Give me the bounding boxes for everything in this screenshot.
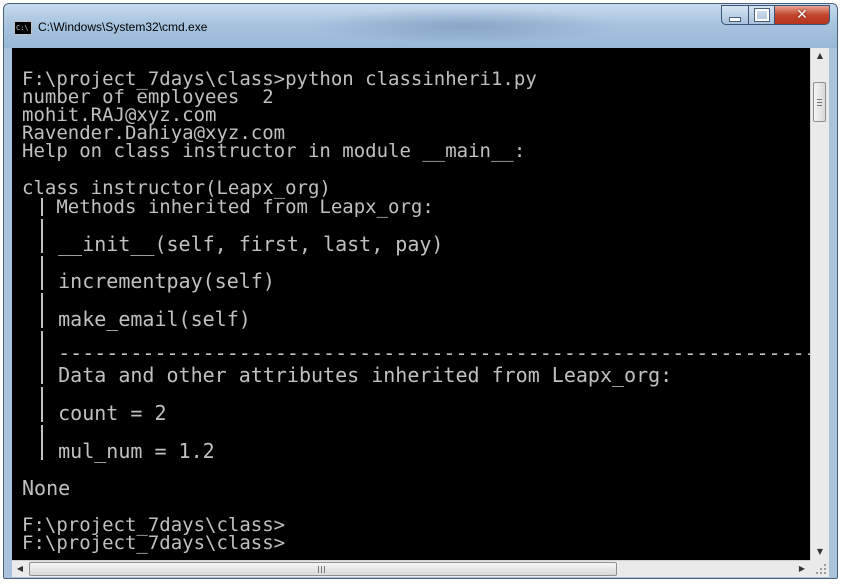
horizontal-scrollbar[interactable]: ◀ ▶ bbox=[12, 560, 810, 577]
console-line: incrementpay(self) bbox=[22, 269, 275, 293]
help-tree-bar bbox=[41, 404, 43, 422]
console-line: make_email(self) bbox=[22, 307, 251, 331]
console-line: ----------------------------------------… bbox=[22, 341, 810, 365]
maximize-button[interactable] bbox=[748, 5, 775, 25]
vertical-scroll-thumb[interactable] bbox=[813, 82, 826, 122]
help-tree-bar bbox=[41, 272, 43, 290]
scroll-up-icon[interactable]: ▲ bbox=[811, 48, 829, 64]
console-line: __init__(self, first, last, pay) bbox=[22, 232, 444, 256]
console-line: count = 2 bbox=[22, 401, 167, 425]
title-bar-glow bbox=[304, 8, 624, 44]
scroll-right-icon[interactable]: ▶ bbox=[794, 561, 810, 577]
grip-line bbox=[817, 105, 822, 106]
console-output[interactable]: F:\project_7days\class>python classinher… bbox=[12, 48, 810, 560]
help-tree-bar bbox=[41, 366, 43, 384]
console-line: None bbox=[22, 476, 71, 500]
vertical-scrollbar[interactable]: ▲ ▼ bbox=[810, 48, 829, 560]
cmd-icon[interactable]: C:\ bbox=[14, 21, 32, 35]
minimize-icon bbox=[729, 16, 741, 22]
title-bar[interactable]: C:\ C:\Windows\System32\cmd.exe ✕ bbox=[4, 4, 837, 48]
scroll-left-icon[interactable]: ◀ bbox=[12, 561, 28, 577]
console-line: mul_num = 1.2 bbox=[22, 439, 215, 463]
help-tree-bar bbox=[41, 442, 43, 460]
window-title: C:\Windows\System32\cmd.exe bbox=[38, 20, 208, 34]
scroll-down-icon[interactable]: ▼ bbox=[811, 544, 829, 560]
help-tree-bar bbox=[41, 425, 43, 443]
grip-line bbox=[321, 566, 322, 573]
console-line: class instructor(Leapx_org) bbox=[22, 177, 331, 199]
cmd-window: C:\ C:\Windows\System32\cmd.exe ✕ F:\pro… bbox=[3, 3, 838, 579]
grip-line bbox=[817, 99, 822, 100]
grip-line bbox=[318, 566, 319, 573]
grip-line bbox=[817, 102, 822, 103]
help-tree-bar bbox=[41, 387, 43, 405]
maximize-icon bbox=[754, 9, 769, 21]
resize-grip-icon[interactable] bbox=[810, 560, 829, 577]
console-line: F:\project_7days\class> bbox=[22, 532, 286, 554]
grip-line bbox=[324, 566, 325, 573]
close-icon: ✕ bbox=[796, 7, 808, 23]
help-tree-bar bbox=[41, 235, 43, 253]
help-tree-bar bbox=[41, 198, 43, 216]
minimize-button[interactable] bbox=[721, 5, 749, 25]
close-button[interactable]: ✕ bbox=[774, 5, 830, 25]
help-tree-bar bbox=[41, 310, 43, 328]
console-line: Help on class instructor in module __mai… bbox=[22, 140, 526, 162]
horizontal-scroll-thumb[interactable] bbox=[29, 562, 617, 576]
console-line: Data and other attributes inherited from… bbox=[22, 363, 673, 387]
console-line: Methods inherited from Leapx_org: bbox=[22, 196, 434, 218]
help-tree-bar bbox=[41, 331, 43, 349]
help-tree-bar bbox=[41, 348, 43, 366]
help-tree-bar bbox=[41, 293, 43, 311]
